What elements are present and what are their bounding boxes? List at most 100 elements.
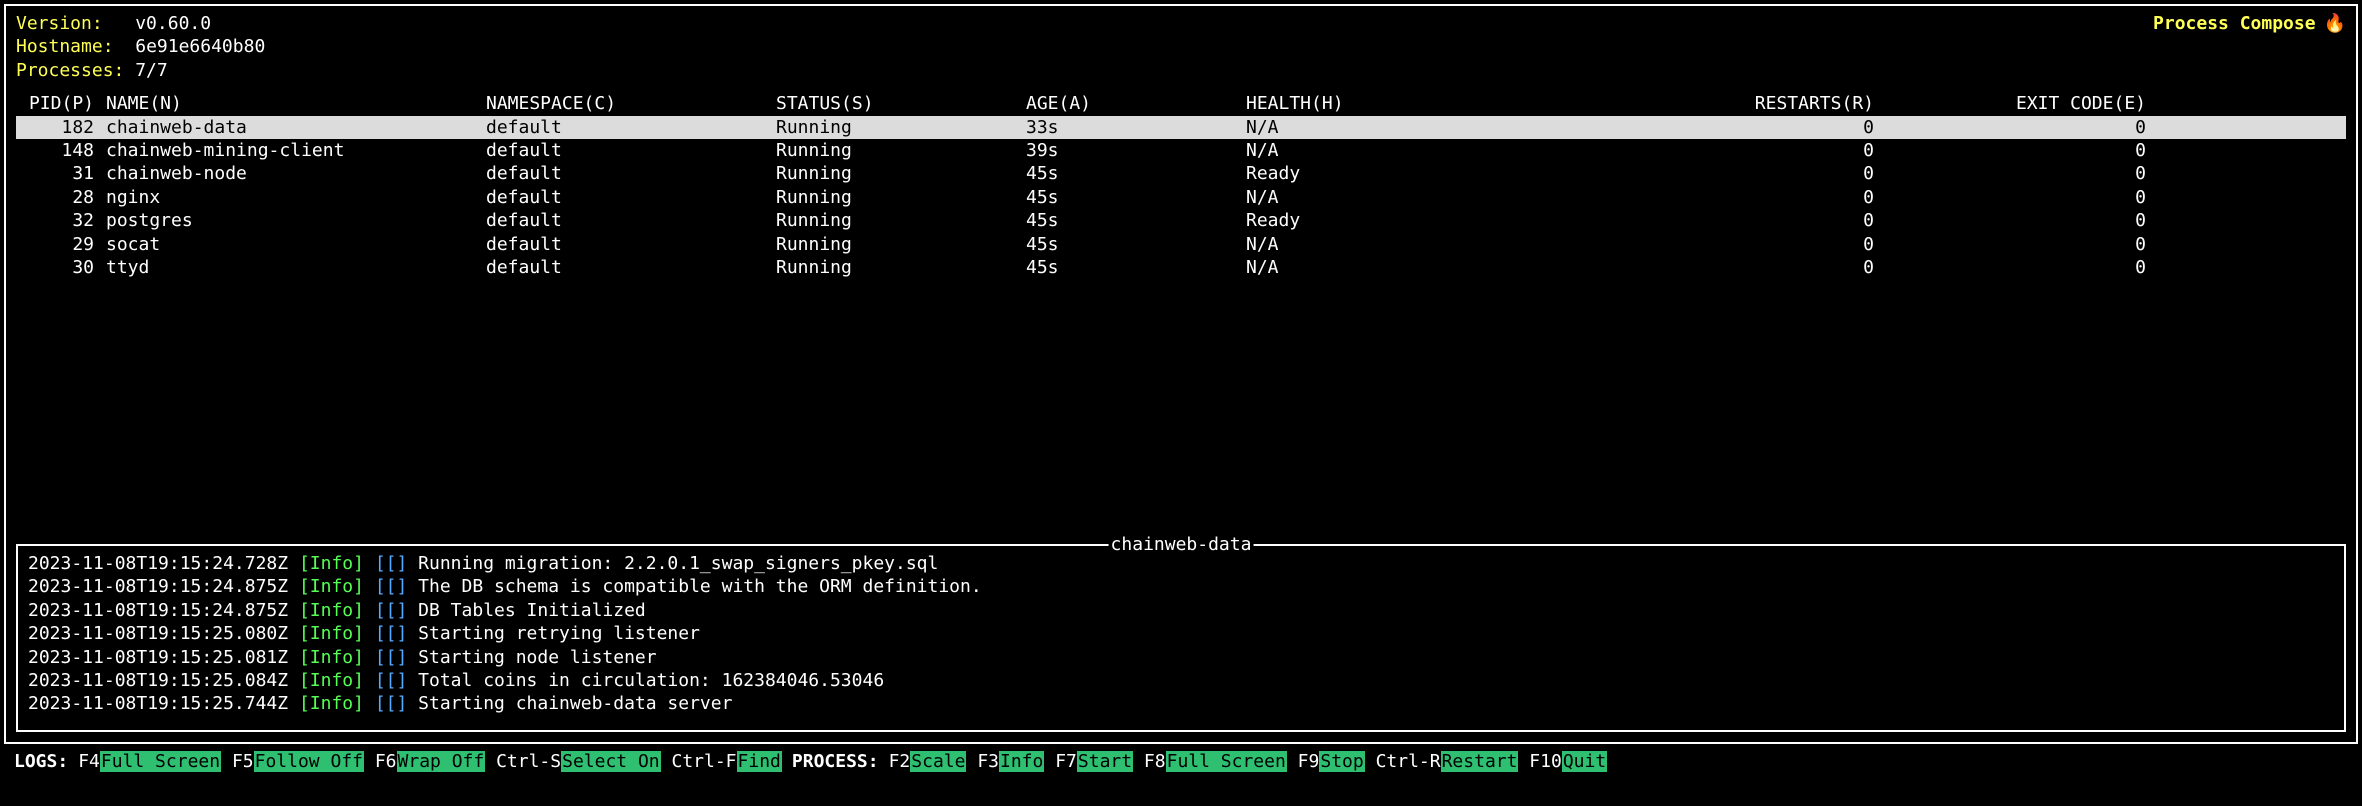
cell-exit-code: 0 (1886, 209, 2146, 232)
log-line: 2023-11-08T19:15:24.875Z [Info] [[] The … (28, 575, 2334, 598)
table-row[interactable]: 30ttyddefaultRunning45sN/A00 (16, 256, 2346, 279)
cell-name: chainweb-mining-client (106, 139, 486, 162)
log-timestamp: 2023-11-08T19:15:25.080Z (28, 623, 288, 644)
cell-age: 45s (1026, 186, 1246, 209)
cell-namespace: default (486, 116, 776, 139)
shortcut-action: Stop (1319, 751, 1364, 772)
cell-status: Running (776, 139, 1026, 162)
cell-age: 45s (1026, 256, 1246, 279)
log-message: Starting chainweb-data server (418, 693, 732, 714)
shortcut-action: Follow Off (254, 751, 364, 772)
shortcut[interactable]: Ctrl-FFind (672, 751, 782, 772)
cell-pid: 30 (16, 256, 106, 279)
shortcut-action: Quit (1562, 751, 1607, 772)
cell-age: 33s (1026, 116, 1246, 139)
table-row[interactable]: 182chainweb-datadefaultRunning33sN/A00 (16, 116, 2346, 139)
log-level: [Info] (299, 693, 364, 714)
log-message: Running migration: 2.2.0.1_swap_signers_… (418, 553, 938, 574)
log-message: Starting node listener (418, 647, 656, 668)
cell-name: nginx (106, 186, 486, 209)
col-pid[interactable]: PID(P) (16, 92, 106, 115)
cell-restarts: 0 (1596, 139, 1886, 162)
table-row[interactable]: 31chainweb-nodedefaultRunning45sReady00 (16, 162, 2346, 185)
cell-namespace: default (486, 209, 776, 232)
log-level: [Info] (299, 647, 364, 668)
shortcut[interactable]: F3Info (977, 751, 1044, 772)
log-level: [Info] (299, 600, 364, 621)
shortcut[interactable]: F10Quit (1529, 751, 1607, 772)
log-line: 2023-11-08T19:15:25.744Z [Info] [[] Star… (28, 692, 2334, 715)
log-message: The DB schema is compatible with the ORM… (418, 576, 982, 597)
log-panel[interactable]: chainweb-data 2023-11-08T19:15:24.728Z [… (16, 544, 2346, 732)
table-row[interactable]: 28nginxdefaultRunning45sN/A00 (16, 186, 2346, 209)
shortcut-key: F3 (977, 751, 999, 772)
log-scope: [[] (375, 647, 408, 668)
shortcut[interactable]: F4Full Screen (78, 751, 221, 772)
col-age[interactable]: AGE(A) (1026, 92, 1246, 115)
cell-name: ttyd (106, 256, 486, 279)
log-scope: [[] (375, 576, 408, 597)
cell-status: Running (776, 116, 1026, 139)
cell-name: chainweb-data (106, 116, 486, 139)
cell-health: N/A (1246, 233, 1596, 256)
log-scope: [[] (375, 670, 408, 691)
main-panel: Version: v0.60.0 Hostname: 6e91e6640b80 … (4, 4, 2358, 744)
shortcut-action: Scale (910, 751, 966, 772)
shortcut[interactable]: F6Wrap Off (375, 751, 485, 772)
shortcut-key: Ctrl-R (1376, 751, 1441, 772)
shortcut-action: Wrap Off (397, 751, 486, 772)
cell-pid: 31 (16, 162, 106, 185)
cell-restarts: 0 (1596, 162, 1886, 185)
cell-health: N/A (1246, 186, 1596, 209)
cell-name: chainweb-node (106, 162, 486, 185)
cell-status: Running (776, 233, 1026, 256)
shortcut[interactable]: Ctrl-SSelect On (496, 751, 661, 772)
table-row[interactable]: 148chainweb-mining-clientdefaultRunning3… (16, 139, 2346, 162)
cell-pid: 148 (16, 139, 106, 162)
shortcut[interactable]: Ctrl-RRestart (1376, 751, 1519, 772)
col-restarts[interactable]: RESTARTS(R) (1596, 92, 1886, 115)
processes-row: Processes: 7/7 (16, 59, 265, 82)
col-status[interactable]: STATUS(S) (776, 92, 1026, 115)
cell-name: socat (106, 233, 486, 256)
shortcut[interactable]: F9Stop (1298, 751, 1365, 772)
log-line: 2023-11-08T19:15:25.080Z [Info] [[] Star… (28, 622, 2334, 645)
cell-health: Ready (1246, 209, 1596, 232)
log-scope: [[] (375, 553, 408, 574)
shortcut[interactable]: F5Follow Off (232, 751, 364, 772)
cell-age: 45s (1026, 162, 1246, 185)
col-namespace[interactable]: NAMESPACE(C) (486, 92, 776, 115)
cell-health: N/A (1246, 116, 1596, 139)
cell-status: Running (776, 256, 1026, 279)
table-row[interactable]: 29socatdefaultRunning45sN/A00 (16, 233, 2346, 256)
table-header[interactable]: PID(P) NAME(N) NAMESPACE(C) STATUS(S) AG… (16, 92, 2346, 115)
hostname-row: Hostname: 6e91e6640b80 (16, 35, 265, 58)
log-level: [Info] (299, 576, 364, 597)
shortcut-key: Ctrl-S (496, 751, 561, 772)
log-timestamp: 2023-11-08T19:15:25.744Z (28, 693, 288, 714)
process-table[interactable]: PID(P) NAME(N) NAMESPACE(C) STATUS(S) AG… (16, 92, 2346, 279)
flame-icon: 🔥 (2324, 12, 2346, 35)
cell-pid: 182 (16, 116, 106, 139)
col-exit-code[interactable]: EXIT CODE(E) (1886, 92, 2146, 115)
shortcut-key: F9 (1298, 751, 1320, 772)
shortcut[interactable]: F7Start (1055, 751, 1133, 772)
shortcut[interactable]: F8Full Screen (1144, 751, 1287, 772)
log-line: 2023-11-08T19:15:25.081Z [Info] [[] Star… (28, 646, 2334, 669)
log-lines: 2023-11-08T19:15:24.728Z [Info] [[] Runn… (18, 546, 2344, 722)
cell-namespace: default (486, 139, 776, 162)
cell-restarts: 0 (1596, 186, 1886, 209)
log-timestamp: 2023-11-08T19:15:25.084Z (28, 670, 288, 691)
table-row[interactable]: 32postgresdefaultRunning45sReady00 (16, 209, 2346, 232)
shortcut-key: F4 (78, 751, 100, 772)
shortcut-key: F7 (1055, 751, 1077, 772)
shortcut[interactable]: F2Scale (889, 751, 967, 772)
log-title: chainweb-data (1109, 533, 1254, 556)
col-name[interactable]: NAME(N) (106, 92, 486, 115)
cell-restarts: 0 (1596, 116, 1886, 139)
processes-label: Processes: (16, 60, 124, 81)
col-health[interactable]: HEALTH(H) (1246, 92, 1596, 115)
cell-restarts: 0 (1596, 256, 1886, 279)
log-timestamp: 2023-11-08T19:15:25.081Z (28, 647, 288, 668)
footer-process-label: PROCESS: (792, 750, 879, 773)
